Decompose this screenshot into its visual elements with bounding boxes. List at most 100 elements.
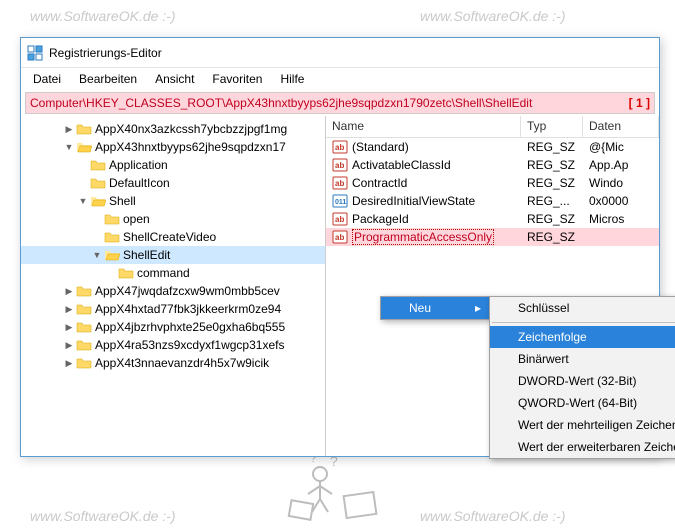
col-data[interactable]: Daten	[583, 116, 659, 137]
tree-twisty[interactable]: ▶	[63, 124, 75, 135]
ctx-item[interactable]: DWORD-Wert (32-Bit)	[490, 370, 675, 392]
window-title: Registrierungs-Editor	[49, 46, 162, 60]
context-menu[interactable]: Neu SchlüsselZeichenfolgeBinärwertDWORD-…	[380, 296, 490, 320]
list-row[interactable]: abPackageIdREG_SZMicros	[326, 210, 659, 228]
tree-label: AppX43hnxtbyyps62jhe9sqpdzxn17	[95, 140, 286, 154]
ctx-item[interactable]: QWORD-Wert (64-Bit)	[490, 392, 675, 414]
tree-item[interactable]: ▼ Shell	[21, 192, 325, 210]
string-value-icon: ab	[332, 211, 348, 227]
watermark: www.SoftwareOK.de :-)	[420, 508, 566, 524]
tree-label: Application	[109, 158, 168, 172]
ctx-item[interactable]: Wert der erweiterbaren Zeichenfolge	[490, 436, 675, 458]
tree-twisty[interactable]: ▶	[63, 358, 75, 369]
folder-icon	[76, 356, 92, 370]
menu-favoriten[interactable]: Favoriten	[204, 70, 270, 88]
svg-text:ab: ab	[335, 215, 344, 224]
ctx-neu[interactable]: Neu	[381, 297, 489, 319]
tree-label: ShellCreateVideo	[123, 230, 216, 244]
list-body: ab(Standard)REG_SZ@{MicabActivatableClas…	[326, 138, 659, 246]
string-value-icon: ab	[332, 157, 348, 173]
tree-twisty[interactable]: ▼	[63, 142, 75, 152]
folder-icon	[76, 122, 92, 136]
list-row[interactable]: abContractIdREG_SZWindo	[326, 174, 659, 192]
tree-item[interactable]: Application	[21, 156, 325, 174]
list-row[interactable]: ab(Standard)REG_SZ@{Mic	[326, 138, 659, 156]
string-value-icon: ab	[332, 139, 348, 155]
menu-hilfe[interactable]: Hilfe	[272, 70, 312, 88]
tree-twisty[interactable]: ▶	[63, 340, 75, 351]
tree-item[interactable]: ▶AppX4ra53nzs9xcdyxf1wgcp31xefs	[21, 336, 325, 354]
tree-label: AppX4t3nnaevanzdr4h5x7w9icik	[95, 356, 269, 370]
svg-text:011: 011	[335, 199, 346, 206]
folder-icon	[90, 194, 106, 208]
menu-ansicht[interactable]: Ansicht	[147, 70, 202, 88]
svg-text:ab: ab	[335, 161, 344, 170]
value-data: 0x0000	[583, 194, 659, 208]
menubar: DateiBearbeitenAnsichtFavoritenHilfe	[21, 68, 659, 90]
tree-item[interactable]: ▶ AppX47jwqdafzcxw9wm0mbb5cev	[21, 282, 325, 300]
tree-item[interactable]: ▶ AppX40nx3azkcssh7ybcbzzjpgf1mg	[21, 120, 325, 138]
menu-datei[interactable]: Datei	[25, 70, 69, 88]
tree-item[interactable]: ▼ AppX43hnxtbyyps62jhe9sqpdzxn17	[21, 138, 325, 156]
value-type: REG_SZ	[521, 230, 583, 244]
tree-label: command	[137, 266, 190, 280]
value-name: ActivatableClassId	[352, 158, 451, 172]
annotation-1: [ 1 ]	[629, 96, 650, 110]
svg-text:ab: ab	[335, 233, 344, 242]
value-type: REG_SZ	[521, 212, 583, 226]
ctx-item[interactable]: Wert der mehrteiligen Zeichenfolge	[490, 414, 675, 436]
tree-label: open	[123, 212, 150, 226]
tree-item[interactable]: ▶AppX4hxtad77fbk3jkkeerkrm0ze94	[21, 300, 325, 318]
svg-text:ab: ab	[335, 143, 344, 152]
tree-twisty[interactable]: ▶	[63, 286, 75, 297]
list-header[interactable]: Name Typ Daten	[326, 116, 659, 138]
tree-label: DefaultIcon	[109, 176, 170, 190]
ctx-item[interactable]: Binärwert	[490, 348, 675, 370]
watermark: www.SoftwareOK.de :-)	[30, 8, 176, 24]
folder-icon	[90, 176, 106, 190]
ctx-item[interactable]: Schlüssel	[490, 297, 675, 319]
address-path: Computer\HKEY_CLASSES_ROOT\AppX43hnxtbyy…	[30, 96, 621, 110]
tree-twisty[interactable]: ▼	[91, 250, 103, 260]
tree-item[interactable]: ▶AppX4jbzrhvphxte25e0gxha6bq555	[21, 318, 325, 336]
tree-label: Shell	[109, 194, 136, 208]
tree-item[interactable]: open	[21, 210, 325, 228]
tree-item[interactable]: command	[21, 264, 325, 282]
tree-twisty[interactable]: ▶	[63, 322, 75, 333]
watermark: www.SoftwareOK.de :-)	[30, 508, 176, 524]
list-row[interactable]: abProgrammaticAccessOnly[ 2 ]REG_SZ	[326, 228, 659, 246]
tree-label: AppX40nx3azkcssh7ybcbzzjpgf1mg	[95, 122, 287, 136]
value-type: REG_SZ	[521, 158, 583, 172]
tree-item[interactable]: ▶ AppX4t3nnaevanzdr4h5x7w9icik	[21, 354, 325, 372]
value-name: ContractId	[352, 176, 407, 190]
tree-label: ShellEdit	[123, 248, 170, 262]
folder-icon	[104, 230, 120, 244]
binary-value-icon: 011	[332, 193, 348, 209]
regedit-icon	[27, 45, 43, 61]
tree-twisty[interactable]: ▼	[77, 196, 89, 206]
col-type[interactable]: Typ	[521, 116, 583, 137]
titlebar[interactable]: Registrierungs-Editor	[21, 38, 659, 68]
tree-item[interactable]: DefaultIcon	[21, 174, 325, 192]
folder-icon	[90, 158, 106, 172]
watermark: www.SoftwareOK.de :-)	[420, 8, 566, 24]
value-name: (Standard)	[352, 140, 409, 154]
col-name[interactable]: Name	[326, 116, 521, 137]
list-row[interactable]: ab ActivatableClassId REG_SZApp.Ap	[326, 156, 659, 174]
tree-pane[interactable]: ▶ AppX40nx3azkcssh7ybcbzzjpgf1mg ▼ AppX43hn…	[21, 116, 326, 456]
ctx-item[interactable]: Zeichenfolge	[490, 326, 675, 348]
folder-icon	[76, 140, 92, 154]
tree-item[interactable]: ▼ ShellEdit	[21, 246, 325, 264]
tree-item[interactable]: ShellCreateVideo	[21, 228, 325, 246]
context-submenu[interactable]: Schlüssel ZeichenfolgeBinärwertDWORD-Wert…	[489, 296, 675, 459]
value-type: REG_SZ	[521, 176, 583, 190]
value-data: App.Ap	[583, 158, 659, 172]
folder-icon	[76, 302, 92, 316]
menu-bearbeiten[interactable]: Bearbeiten	[71, 70, 145, 88]
list-row[interactable]: 011DesiredInitialViewStateREG_...0x0000	[326, 192, 659, 210]
folder-icon	[104, 248, 120, 262]
value-name: PackageId	[352, 212, 409, 226]
address-bar[interactable]: Computer\HKEY_CLASSES_ROOT\AppX43hnxtbyy…	[25, 92, 655, 114]
tree-twisty[interactable]: ▶	[63, 304, 75, 315]
tree-label: AppX47jwqdafzcxw9wm0mbb5cev	[95, 284, 280, 298]
